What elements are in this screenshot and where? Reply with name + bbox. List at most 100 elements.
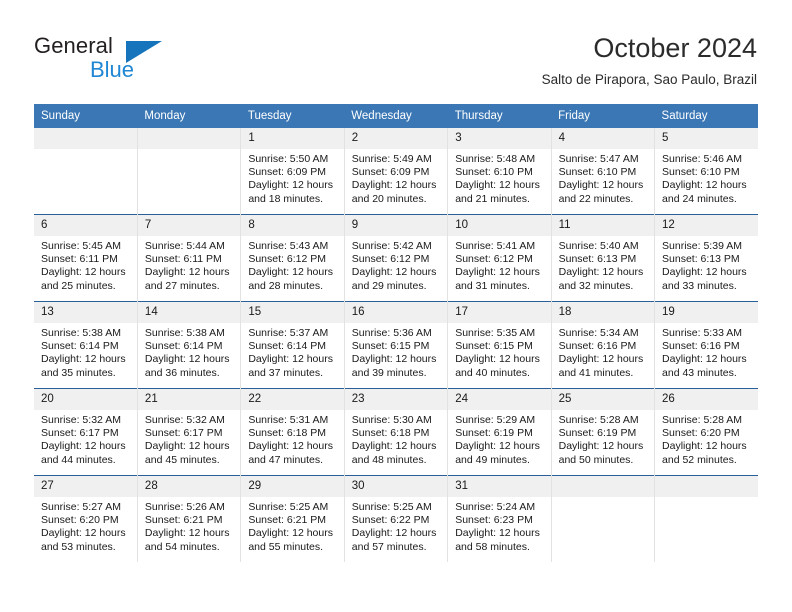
day-detail-line: and 41 minutes. <box>558 366 634 379</box>
day-detail-line: Sunrise: 5:35 AM <box>455 327 536 339</box>
day-number: 17 <box>448 302 551 323</box>
day-detail-line: and 52 minutes. <box>662 453 737 466</box>
day-detail-line: and 20 minutes. <box>351 192 427 205</box>
calendar-day-cell[interactable]: 30 Sunrise: 5:25 AM Sunset: 6:22 PM Dayligh… <box>344 475 449 562</box>
day-detail-line: Sunset: 6:12 PM <box>248 253 326 266</box>
day-detail-line: Sunset: 6:16 PM <box>662 340 740 353</box>
day-detail-line: Sunset: 6:12 PM <box>455 253 533 266</box>
day-detail-line: and 33 minutes. <box>662 279 737 292</box>
day-details: Sunrise: 5:45 AM Sunset: 6:11 PM Daylight:… <box>34 236 137 293</box>
day-details: Sunrise: 5:32 AM Sunset: 6:17 PM Daylight:… <box>138 410 240 467</box>
day-number: 21 <box>137 389 241 410</box>
weekday-header-thursday: Thursday <box>447 104 552 128</box>
day-detail-line: Sunrise: 5:36 AM <box>351 327 432 339</box>
day-details: Sunrise: 5:25 AM Sunset: 6:22 PM Daylight:… <box>345 497 447 554</box>
calendar-day-cell[interactable]: 19 Sunrise: 5:33 AM Sunset: 6:16 PM Dayligh… <box>654 301 758 389</box>
calendar-day-cell[interactable]: 12 Sunrise: 5:39 AM Sunset: 6:13 PM Dayligh… <box>654 214 758 302</box>
calendar-day-cell[interactable]: 27 Sunrise: 5:27 AM Sunset: 6:20 PM Dayligh… <box>34 475 138 562</box>
brand-name-general: General <box>34 33 113 58</box>
calendar-day-cell[interactable]: 21 Sunrise: 5:32 AM Sunset: 6:17 PM Dayligh… <box>137 388 242 476</box>
day-detail-line: Sunset: 6:11 PM <box>144 253 222 266</box>
calendar-day-cell[interactable]: 16 Sunrise: 5:36 AM Sunset: 6:15 PM Dayligh… <box>344 301 449 389</box>
day-detail-line: and 49 minutes. <box>455 453 530 466</box>
calendar-day-cell[interactable]: 5 Sunrise: 5:46 AM Sunset: 6:10 PM Daylight… <box>654 128 758 215</box>
day-details: Sunrise: 5:32 AM Sunset: 6:17 PM Daylight:… <box>34 410 137 467</box>
day-detail-line: Sunrise: 5:43 AM <box>248 240 329 252</box>
calendar-empty-cell <box>654 475 758 562</box>
day-detail-line: Daylight: 12 hours <box>41 266 126 279</box>
day-detail-line: and 45 minutes. <box>144 453 220 466</box>
calendar-day-cell[interactable]: 3 Sunrise: 5:48 AM Sunset: 6:10 PM Daylight… <box>447 128 552 215</box>
calendar-body: 1 Sunrise: 5:50 AM Sunset: 6:09 PM Daylight… <box>34 128 758 562</box>
calendar-day-cell[interactable]: 13 Sunrise: 5:38 AM Sunset: 6:14 PM Dayligh… <box>34 301 138 389</box>
day-number: 26 <box>655 389 758 410</box>
calendar-day-cell[interactable]: 11 Sunrise: 5:40 AM Sunset: 6:13 PM Dayligh… <box>551 214 656 302</box>
day-detail-line: and 50 minutes. <box>558 453 634 466</box>
day-detail-line: Sunrise: 5:38 AM <box>41 327 121 339</box>
calendar-day-cell[interactable]: 22 Sunrise: 5:31 AM Sunset: 6:18 PM Dayligh… <box>240 388 345 476</box>
calendar-day-cell[interactable]: 14 Sunrise: 5:38 AM Sunset: 6:14 PM Dayligh… <box>137 301 242 389</box>
day-number: 3 <box>448 128 551 149</box>
day-detail-line: Sunrise: 5:34 AM <box>558 327 639 339</box>
calendar-day-cell[interactable]: 26 Sunrise: 5:28 AM Sunset: 6:20 PM Dayligh… <box>654 388 758 476</box>
day-detail-line: Sunrise: 5:50 AM <box>248 153 329 165</box>
calendar-day-cell[interactable]: 28 Sunrise: 5:26 AM Sunset: 6:21 PM Dayligh… <box>137 475 242 562</box>
day-details: Sunrise: 5:28 AM Sunset: 6:20 PM Daylight:… <box>655 410 758 467</box>
calendar-day-cell[interactable]: 31 Sunrise: 5:24 AM Sunset: 6:23 PM Dayligh… <box>447 475 552 562</box>
day-number: 31 <box>448 476 551 497</box>
calendar-day-cell[interactable]: 29 Sunrise: 5:25 AM Sunset: 6:21 PM Dayligh… <box>240 475 345 562</box>
day-detail-line: Sunset: 6:15 PM <box>455 340 533 353</box>
day-detail-line: Sunset: 6:13 PM <box>662 253 740 266</box>
day-detail-line: Daylight: 12 hours <box>662 440 747 453</box>
day-detail-line: and 37 minutes. <box>248 366 324 379</box>
day-detail-line: Daylight: 12 hours <box>41 440 126 453</box>
day-detail-line: Daylight: 12 hours <box>144 353 230 366</box>
day-detail-line: Daylight: 12 hours <box>144 440 230 453</box>
day-detail-line: Sunset: 6:14 PM <box>248 340 326 353</box>
day-number: 9 <box>344 215 448 236</box>
day-details: Sunrise: 5:37 AM Sunset: 6:14 PM Daylight:… <box>241 323 343 380</box>
calendar-day-cell[interactable]: 6 Sunrise: 5:45 AM Sunset: 6:11 PM Daylight… <box>34 214 138 302</box>
day-details: Sunrise: 5:29 AM Sunset: 6:19 PM Daylight:… <box>448 410 550 467</box>
calendar-day-cell[interactable]: 8 Sunrise: 5:43 AM Sunset: 6:12 PM Daylight… <box>240 214 345 302</box>
day-detail-line: Sunset: 6:13 PM <box>558 253 637 266</box>
day-number: 4 <box>551 128 655 149</box>
weekday-header-wednesday: Wednesday <box>344 104 448 128</box>
day-detail-line: Sunrise: 5:29 AM <box>455 414 536 426</box>
calendar-day-cell[interactable]: 7 Sunrise: 5:44 AM Sunset: 6:11 PM Daylight… <box>137 214 242 302</box>
calendar-day-cell[interactable]: 17 Sunrise: 5:35 AM Sunset: 6:15 PM Dayligh… <box>447 301 552 389</box>
calendar-day-cell[interactable]: 20 Sunrise: 5:32 AM Sunset: 6:17 PM Dayligh… <box>34 388 138 476</box>
day-detail-line: Sunrise: 5:27 AM <box>41 501 121 513</box>
day-detail-line: Sunset: 6:14 PM <box>41 340 119 353</box>
weekday-header-friday: Friday <box>551 104 655 128</box>
day-number: 11 <box>551 215 655 236</box>
calendar-day-cell[interactable]: 18 Sunrise: 5:34 AM Sunset: 6:16 PM Dayligh… <box>551 301 656 389</box>
day-detail-line: Sunset: 6:20 PM <box>662 427 740 440</box>
calendar-day-cell[interactable]: 15 Sunrise: 5:37 AM Sunset: 6:14 PM Dayligh… <box>240 301 345 389</box>
day-details: Sunrise: 5:47 AM Sunset: 6:10 PM Daylight:… <box>552 149 654 206</box>
calendar-day-cell[interactable]: 10 Sunrise: 5:41 AM Sunset: 6:12 PM Dayligh… <box>447 214 552 302</box>
day-details: Sunrise: 5:36 AM Sunset: 6:15 PM Daylight:… <box>345 323 447 380</box>
day-number: 5 <box>655 128 758 149</box>
brand-logo[interactable]: General Blue <box>34 33 214 85</box>
calendar-day-cell[interactable]: 25 Sunrise: 5:28 AM Sunset: 6:19 PM Dayligh… <box>551 388 656 476</box>
calendar-day-cell[interactable]: 2 Sunrise: 5:49 AM Sunset: 6:09 PM Daylight… <box>344 128 449 215</box>
day-detail-line: Sunrise: 5:41 AM <box>455 240 536 252</box>
day-detail-line: Sunrise: 5:26 AM <box>144 501 225 513</box>
day-detail-line: Daylight: 12 hours <box>41 527 126 540</box>
calendar-week-row: 6 Sunrise: 5:45 AM Sunset: 6:11 PM Daylight… <box>34 214 758 302</box>
day-detail-line: Sunset: 6:10 PM <box>662 166 740 179</box>
calendar-empty-cell <box>137 128 242 215</box>
calendar-page: General Blue October 2024 Salto de Pirap… <box>0 0 792 612</box>
calendar-day-cell[interactable]: 23 Sunrise: 5:30 AM Sunset: 6:18 PM Dayligh… <box>344 388 449 476</box>
calendar-day-cell[interactable]: 9 Sunrise: 5:42 AM Sunset: 6:12 PM Daylight… <box>344 214 449 302</box>
day-detail-line: Daylight: 12 hours <box>558 179 644 192</box>
day-number: 8 <box>241 215 344 236</box>
calendar-day-cell[interactable]: 4 Sunrise: 5:47 AM Sunset: 6:10 PM Daylight… <box>551 128 656 215</box>
calendar-day-cell[interactable]: 24 Sunrise: 5:29 AM Sunset: 6:19 PM Dayligh… <box>447 388 552 476</box>
day-number: 10 <box>448 215 551 236</box>
day-detail-line: and 32 minutes. <box>558 279 634 292</box>
calendar-day-cell[interactable]: 1 Sunrise: 5:50 AM Sunset: 6:09 PM Daylight… <box>240 128 345 215</box>
day-detail-line: and 28 minutes. <box>248 279 324 292</box>
day-number: 28 <box>137 476 241 497</box>
